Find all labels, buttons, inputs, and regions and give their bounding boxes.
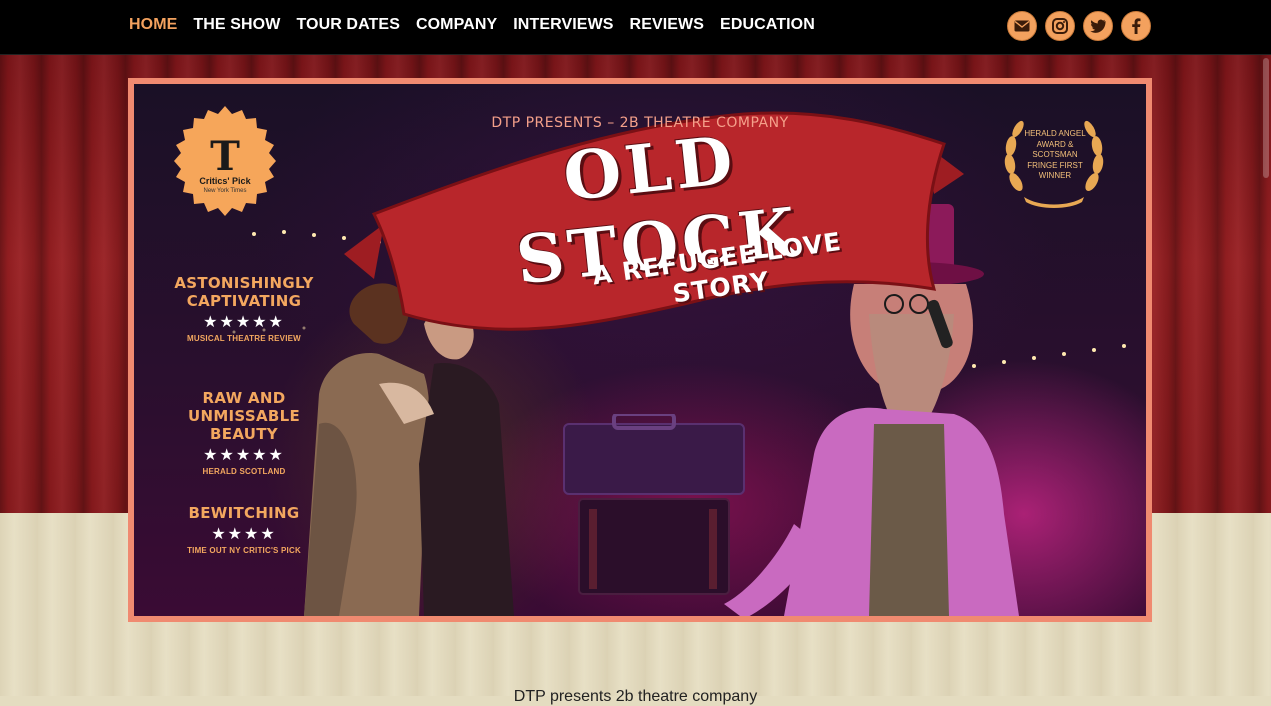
email-icon[interactable] (1007, 11, 1037, 41)
nav-the-show[interactable]: THE SHOW (193, 16, 280, 34)
review-quote-2: RAW AND UNMISSABLE BEAUTY ★★★★★ HERALD S… (154, 389, 334, 476)
review-text: RAW AND UNMISSABLE BEAUTY (187, 389, 301, 443)
review-text: BEWITCHING (188, 504, 300, 522)
scrollbar[interactable] (1263, 58, 1269, 178)
seal-letter: T (210, 133, 240, 180)
review-source: HERALD SCOTLAND (202, 467, 286, 476)
review-quote-3: BEWITCHING ★★★★ TIME OUT NY CRITIC'S PIC… (154, 504, 334, 555)
top-nav: HOME THE SHOW TOUR DATES COMPANY INTERVI… (0, 0, 1271, 55)
star-rating: ★★★★★ (203, 447, 285, 464)
star-rating: ★★★★★ (203, 314, 285, 331)
nav-home[interactable]: HOME (129, 16, 177, 34)
critics-pick-seal: T (174, 106, 276, 216)
social-links (1007, 11, 1151, 41)
nav-links: HOME THE SHOW TOUR DATES COMPANY INTERVI… (129, 16, 815, 34)
star-rating: ★★★★ (211, 526, 277, 543)
facebook-icon[interactable] (1121, 11, 1151, 41)
nav-reviews[interactable]: REVIEWS (630, 16, 705, 34)
instagram-icon[interactable] (1045, 11, 1075, 41)
nav-company[interactable]: COMPANY (416, 16, 497, 34)
hero-frame: DTP PRESENTS – 2B THEATRE COMPANY OLD ST… (128, 78, 1152, 622)
nav-interviews[interactable]: INTERVIEWS (513, 16, 613, 34)
review-text: ASTONISHINGLY CAPTIVATING (174, 274, 314, 310)
nav-education[interactable]: EDUCATION (720, 16, 815, 34)
nav-tour-dates[interactable]: TOUR DATES (296, 16, 400, 34)
award-text: HERALD ANGEL AWARD & SCOTSMAN FRINGE FIR… (1024, 129, 1086, 180)
seal-label: Critics' Pick (199, 176, 251, 186)
review-source: TIME OUT NY CRITIC'S PICK (187, 546, 301, 555)
hero-banner[interactable]: DTP PRESENTS – 2B THEATRE COMPANY OLD ST… (134, 84, 1146, 616)
review-source: MUSICAL THEATRE REVIEW (187, 334, 301, 343)
seal-sub: New York Times (203, 188, 247, 194)
review-quote-1: ASTONISHINGLY CAPTIVATING ★★★★★ MUSICAL … (154, 274, 334, 343)
twitter-icon[interactable] (1083, 11, 1113, 41)
intro-text: DTP presents 2b theatre company (513, 688, 758, 705)
